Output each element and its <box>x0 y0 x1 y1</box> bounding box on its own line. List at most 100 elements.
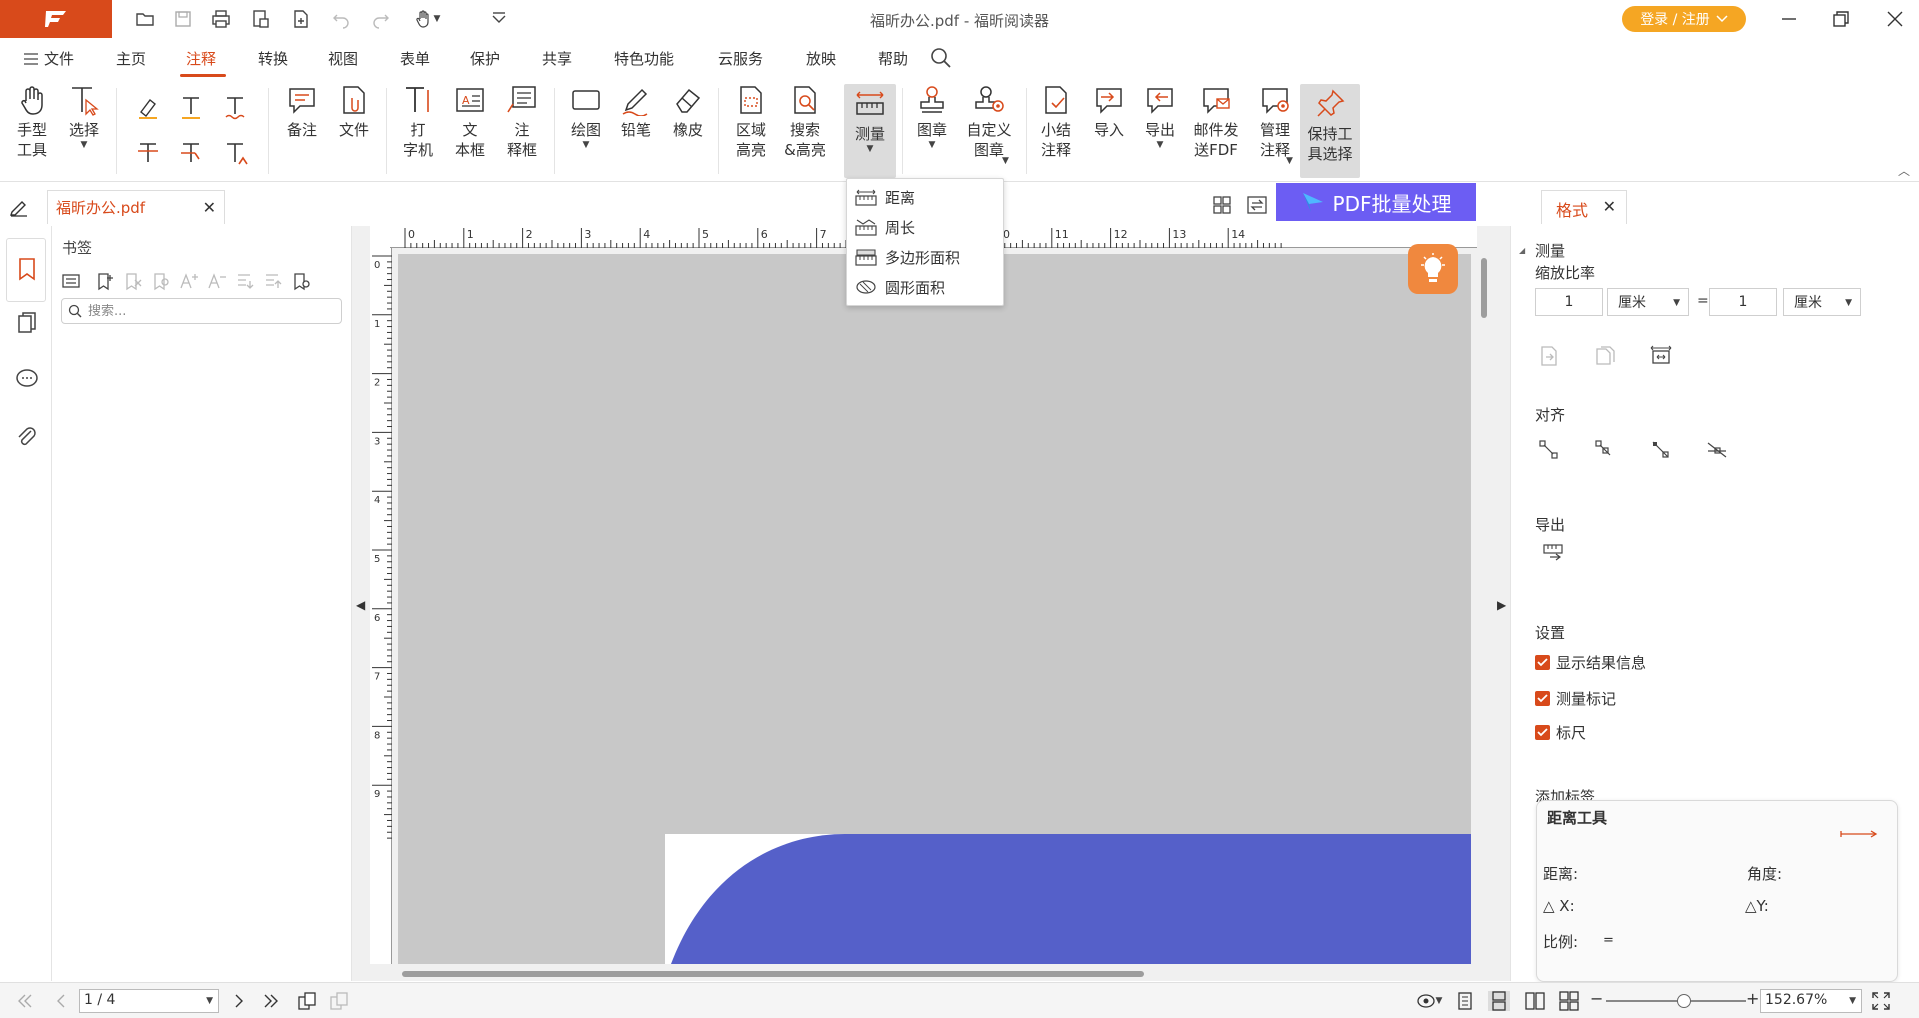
login-button[interactable]: 登录 / 注册 <box>1622 6 1746 32</box>
zoom-out-button[interactable]: − <box>1590 989 1603 1008</box>
eraser-button[interactable]: 橡皮 <box>668 84 708 140</box>
bookmark-collapse-icon[interactable] <box>260 268 286 294</box>
customize-toolbar-icon[interactable] <box>486 7 512 31</box>
measure-button[interactable]: 测量 ▼ <box>844 84 896 178</box>
insert-text-tool-icon[interactable] <box>220 138 250 168</box>
menu-slideshow[interactable]: 放映 <box>806 48 836 69</box>
page-transition-icon[interactable] <box>328 991 350 1011</box>
measure-copy-icon[interactable] <box>1591 342 1619 370</box>
page-number-box[interactable]: 1 / 4 ▼ <box>79 989 219 1013</box>
vertical-scrollbar[interactable] <box>1481 258 1487 318</box>
squiggly-tool-icon[interactable] <box>220 92 250 122</box>
search-highlight-button[interactable]: 搜索 &高亮 <box>780 84 830 160</box>
save-icon[interactable] <box>170 7 196 31</box>
single-page-view-icon[interactable] <box>1454 991 1476 1011</box>
typewriter-button[interactable]: 打 字机 <box>398 84 438 160</box>
snap-to-path-icon[interactable] <box>1647 436 1675 464</box>
add-bookmark-icon[interactable] <box>92 268 118 294</box>
scale-right-unit-select[interactable]: 厘米 ▼ <box>1783 288 1861 316</box>
measure-distance-item[interactable]: 距离 <box>855 184 915 210</box>
bookmark-options-icon[interactable] <box>58 268 84 294</box>
fullscreen-icon[interactable] <box>1870 991 1892 1011</box>
zoom-level-box[interactable]: 152.67% ▼ <box>1760 989 1862 1013</box>
new-page-icon[interactable] <box>288 7 314 31</box>
continuous-facing-view-icon[interactable] <box>1558 991 1580 1011</box>
print-icon[interactable] <box>208 7 234 31</box>
hand-tool-button[interactable]: 手型 工具 <box>12 84 52 160</box>
collapse-left-panel-icon[interactable]: ◀ <box>356 598 365 612</box>
area-highlight-button[interactable]: 区域 高亮 <box>730 84 772 160</box>
summarize-button[interactable]: 小结 注释 <box>1036 84 1076 160</box>
redo-icon[interactable] <box>368 7 394 31</box>
ruler-checkbox[interactable]: 标尺 <box>1535 722 1586 743</box>
snap-to-endpoint-icon[interactable] <box>1535 436 1563 464</box>
next-page-icon[interactable] <box>228 991 250 1011</box>
highlight-tool-icon[interactable] <box>133 92 163 122</box>
measure-circle-area-item[interactable]: 圆形面积 <box>855 274 945 300</box>
stamp-button[interactable]: 图章 ▼ <box>912 84 952 150</box>
callout-button[interactable]: 注 释框 <box>502 84 542 160</box>
comments-panel-icon[interactable] <box>12 364 42 394</box>
menu-file[interactable]: 文件 <box>24 48 74 69</box>
decrease-font-icon[interactable] <box>204 268 230 294</box>
measure-perimeter-item[interactable]: 周长 <box>855 214 915 240</box>
scale-left-input[interactable]: 1 <box>1535 288 1603 316</box>
previous-page-icon[interactable] <box>50 991 72 1011</box>
snap-to-midpoint-icon[interactable] <box>1591 436 1619 464</box>
delete-bookmark-icon[interactable] <box>120 268 146 294</box>
menu-help[interactable]: 帮助 <box>878 48 908 69</box>
bookmark-search-box[interactable] <box>61 298 342 324</box>
menu-convert[interactable]: 转换 <box>258 48 288 69</box>
read-mode-icon[interactable]: ▼ <box>1412 991 1446 1011</box>
format-tab[interactable]: 格式 ✕ <box>1541 190 1627 224</box>
zoom-slider-knob[interactable] <box>1677 994 1691 1008</box>
show-result-checkbox[interactable]: 显示结果信息 <box>1535 652 1646 673</box>
keep-tool-selection-button[interactable]: 保持工 具选择 <box>1300 84 1360 178</box>
attachments-panel-icon[interactable] <box>12 422 42 452</box>
snap-to-intersection-icon[interactable] <box>1703 436 1731 464</box>
menu-view[interactable]: 视图 <box>328 48 358 69</box>
export-button[interactable]: 导出 ▼ <box>1140 84 1180 150</box>
continuous-view-icon[interactable] <box>1488 991 1510 1011</box>
menu-protect[interactable]: 保护 <box>470 48 500 69</box>
facing-view-icon[interactable] <box>1524 991 1546 1011</box>
measure-polygon-area-item[interactable]: 多边形面积 <box>855 244 960 270</box>
menu-search-icon[interactable] <box>930 47 952 73</box>
custom-stamp-caret-icon[interactable]: ▼ <box>1002 156 1009 166</box>
document-tab[interactable]: 福昕办公.pdf ✕ <box>47 190 225 224</box>
file-attach-button[interactable]: 文件 <box>334 84 374 140</box>
pages-panel-icon[interactable] <box>12 308 42 338</box>
close-window-button[interactable] <box>1880 6 1910 32</box>
thumbnail-grid-icon[interactable] <box>1212 195 1232 219</box>
manage-comments-button[interactable]: 管理 注释 <box>1252 84 1298 160</box>
bookmark-settings-icon[interactable] <box>288 268 314 294</box>
menu-special[interactable]: 特色功能 <box>614 48 674 69</box>
replace-text-tool-icon[interactable] <box>176 138 206 168</box>
hand-dropdown-icon[interactable]: ▼ <box>410 7 444 31</box>
textbox-button[interactable]: A 文 本框 <box>450 84 490 160</box>
bookmark-expand-icon[interactable] <box>232 268 258 294</box>
zoom-slider-track[interactable] <box>1606 1000 1746 1002</box>
switch-view-icon[interactable] <box>1246 195 1268 219</box>
pencil-button[interactable]: 铅笔 <box>616 84 656 140</box>
menu-cloud[interactable]: 云服务 <box>718 48 763 69</box>
email-fdf-button[interactable]: 邮件发 送FDF <box>1188 84 1244 160</box>
tips-bulb-button[interactable] <box>1408 244 1458 294</box>
first-page-icon[interactable] <box>14 991 36 1011</box>
measure-paste-icon[interactable] <box>1535 342 1563 370</box>
scale-right-input[interactable]: 1 <box>1709 288 1777 316</box>
close-tab-icon[interactable]: ✕ <box>203 198 216 217</box>
bookmark-search-input[interactable] <box>88 303 328 319</box>
menu-share[interactable]: 共享 <box>542 48 572 69</box>
menu-home[interactable]: 主页 <box>116 48 146 69</box>
rotate-page-icon[interactable] <box>296 991 318 1011</box>
select-button[interactable]: 选择 ▼ <box>64 84 104 150</box>
collapse-right-panel-icon[interactable]: ▶ <box>1497 598 1506 612</box>
scale-left-unit-select[interactable]: 厘米 ▼ <box>1607 288 1689 316</box>
menu-comment[interactable]: 注释 <box>186 48 216 69</box>
measure-calibrate-icon[interactable] <box>1647 342 1675 370</box>
horizontal-scrollbar[interactable] <box>402 971 1144 977</box>
custom-stamp-button[interactable]: 自定义 图章 <box>962 84 1016 160</box>
collapse-ribbon-icon[interactable]: ︿ <box>1898 162 1910 179</box>
import-button[interactable]: 导入 <box>1089 84 1129 140</box>
